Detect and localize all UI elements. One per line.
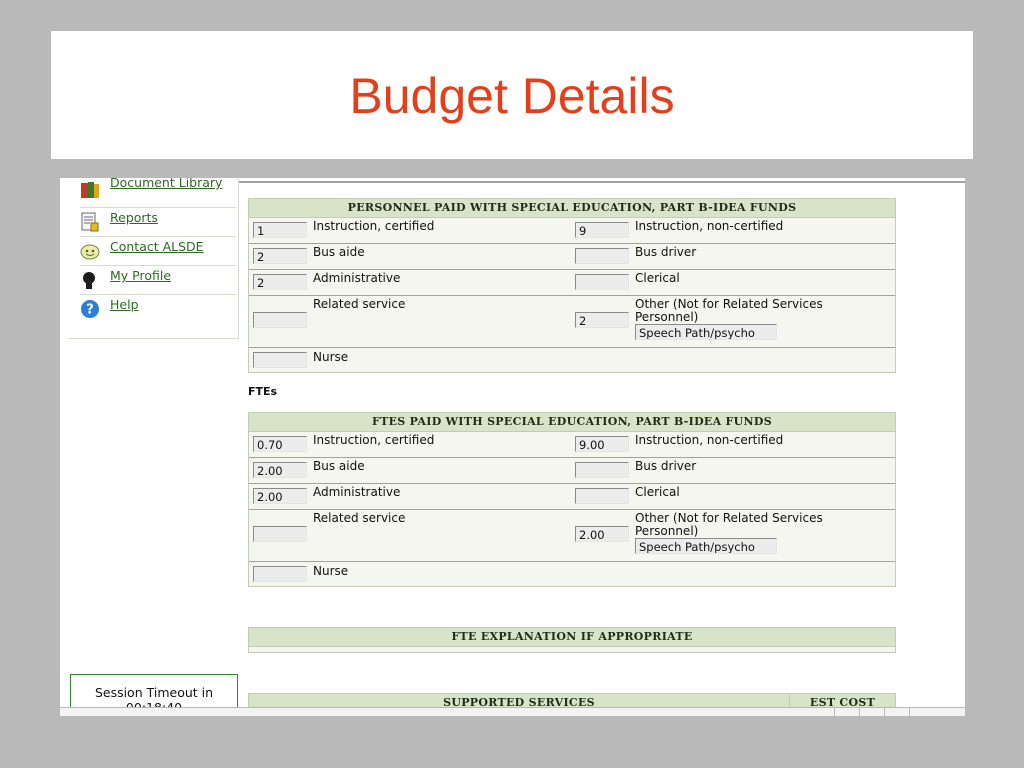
instruction-noncertified-input[interactable]: 9 — [575, 222, 629, 238]
sidebar-item-my-profile[interactable]: My Profile — [80, 266, 236, 295]
other-description-input[interactable]: Speech Path/psycho — [635, 324, 777, 340]
status-bar-segment — [834, 708, 860, 716]
contact-icon — [80, 241, 100, 261]
ftes-panel: FTES PAID WITH SPECIAL EDUCATION, PART B… — [248, 412, 896, 587]
personnel-panel: PERSONNEL PAID WITH SPECIAL EDUCATION, P… — [248, 198, 896, 373]
field-label: Bus driver — [635, 245, 697, 259]
field-label: Administrative — [313, 485, 401, 499]
field-label: Clerical — [635, 271, 680, 285]
field-label: Instruction, non-certified — [635, 433, 784, 447]
field-label: Administrative — [313, 271, 401, 285]
table-row: Related service 2.00 Other (Not for Rela… — [249, 510, 895, 562]
table-row: Nurse — [249, 562, 895, 586]
status-bar-segment — [909, 708, 935, 716]
field-label: Instruction, non-certified — [635, 219, 784, 233]
sidebar-item-contact-alsde[interactable]: Contact ALSDE — [80, 237, 236, 266]
ftes-header: FTES PAID WITH SPECIAL EDUCATION, PART B… — [249, 413, 895, 432]
fte-bus-driver-input[interactable] — [575, 462, 629, 478]
ftes-heading: FTEs — [248, 385, 278, 398]
profile-icon — [80, 270, 100, 290]
field-label: Bus aide — [313, 459, 365, 473]
fte-nurse-input[interactable] — [253, 566, 307, 582]
fte-clerical-input[interactable] — [575, 488, 629, 504]
book-icon — [80, 180, 100, 200]
field-label: Nurse — [313, 350, 349, 364]
field-label: Bus driver — [635, 459, 697, 473]
fte-bus-aide-input[interactable]: 2.00 — [253, 462, 307, 478]
field-label: Bus aide — [313, 245, 365, 259]
sidebar-item-reports[interactable]: Reports — [80, 208, 236, 237]
table-row: Nurse — [249, 348, 895, 372]
nurse-input[interactable] — [253, 352, 307, 368]
field-label: Other (Not for Related Services Personne… — [635, 511, 823, 538]
session-timeout-label: Session Timeout in — [94, 685, 214, 700]
table-row: Related service 2 Other (Not for Related… — [249, 296, 895, 348]
svg-text:?: ? — [86, 303, 94, 318]
app-screenshot: Document Library Reports Contact ALSDE M… — [60, 178, 965, 716]
sidebar-item-document-library[interactable]: Document Library — [80, 178, 236, 208]
field-label: Related service — [313, 511, 406, 525]
fte-administrative-input[interactable]: 2.00 — [253, 488, 307, 504]
field-label: Instruction, certified — [313, 219, 435, 233]
fte-instruction-noncertified-input[interactable]: 9.00 — [575, 436, 629, 452]
related-service-input[interactable] — [253, 312, 307, 328]
sidebar-item-label: Reports — [110, 210, 158, 225]
sidebar-item-help[interactable]: ? Help — [80, 295, 236, 323]
report-icon — [80, 212, 100, 232]
slide-title: Budget Details — [349, 68, 675, 124]
fte-instruction-certified-input[interactable]: 0.70 — [253, 436, 307, 452]
personnel-header: PERSONNEL PAID WITH SPECIAL EDUCATION, P… — [249, 199, 895, 218]
status-bar — [60, 707, 965, 716]
field-label: Other (Not for Related Services Personne… — [635, 297, 823, 324]
help-icon: ? — [80, 299, 100, 319]
administrative-input[interactable]: 2 — [253, 274, 307, 290]
sidebar-item-label: Help — [110, 297, 139, 312]
sidebar-item-label: My Profile — [110, 268, 172, 283]
fte-other-description-input[interactable]: Speech Path/psycho — [635, 538, 777, 554]
status-bar-segment — [859, 708, 885, 716]
sidebar-item-label: Document Library — [110, 178, 223, 190]
instruction-certified-input[interactable]: 1 — [253, 222, 307, 238]
other-personnel-input[interactable]: 2 — [575, 312, 629, 328]
table-row: 2.00 Administrative Clerical — [249, 484, 895, 510]
table-row: 1 Instruction, certified 9 Instruction, … — [249, 218, 895, 244]
top-divider — [235, 181, 965, 183]
field-label: Clerical — [635, 485, 680, 499]
fte-related-service-input[interactable] — [253, 526, 307, 542]
table-row: 0.70 Instruction, certified 9.00 Instruc… — [249, 432, 895, 458]
bus-aide-input[interactable]: 2 — [253, 248, 307, 264]
table-row: 2 Bus aide Bus driver — [249, 244, 895, 270]
fte-explanation-header: FTE EXPLANATION IF APPROPRIATE — [249, 628, 895, 647]
clerical-input[interactable] — [575, 274, 629, 290]
fte-explanation-panel: FTE EXPLANATION IF APPROPRIATE — [248, 627, 896, 653]
fte-other-personnel-input[interactable]: 2.00 — [575, 526, 629, 542]
status-bar-segment — [884, 708, 910, 716]
field-label: Instruction, certified — [313, 433, 435, 447]
table-row: 2 Administrative Clerical — [249, 270, 895, 296]
table-row: 2.00 Bus aide Bus driver — [249, 458, 895, 484]
sidebar: Document Library Reports Contact ALSDE M… — [68, 178, 239, 339]
field-label: Related service — [313, 297, 406, 311]
field-label: Nurse — [313, 564, 349, 578]
bus-driver-input[interactable] — [575, 248, 629, 264]
sidebar-item-label: Contact ALSDE — [110, 239, 204, 254]
